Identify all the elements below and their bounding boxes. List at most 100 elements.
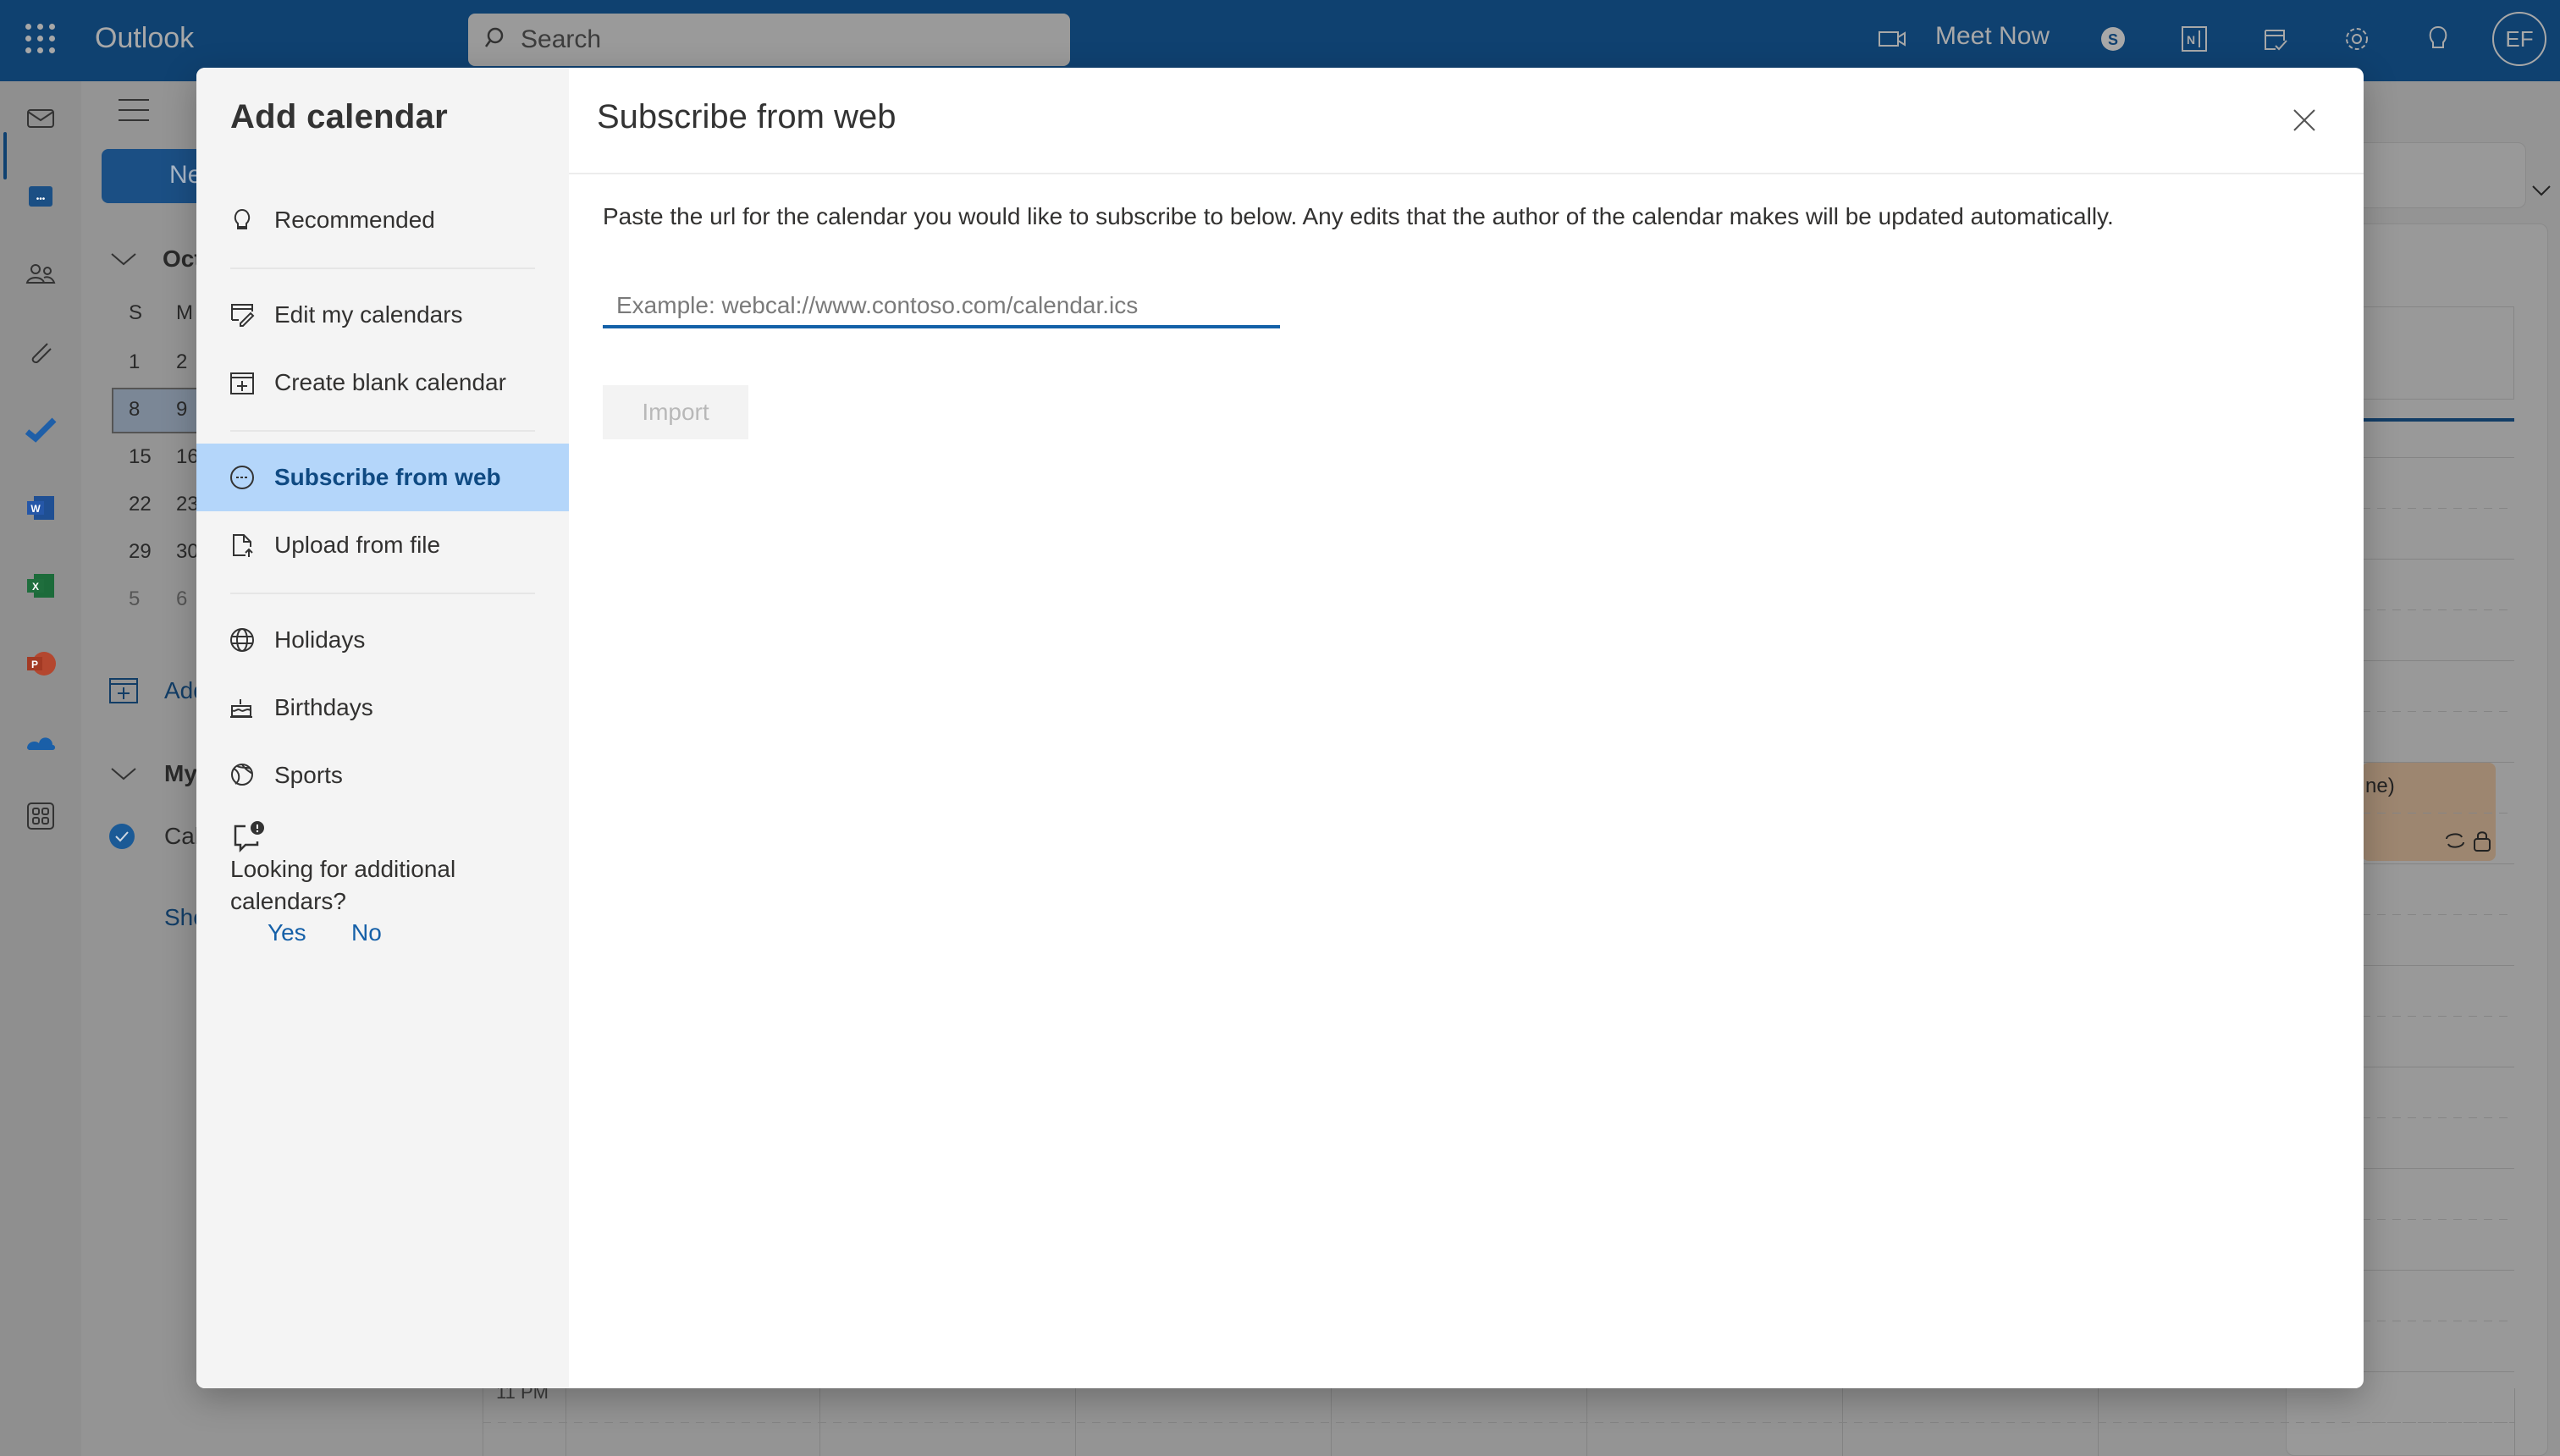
grid-half-hour-line <box>2362 914 2514 915</box>
mini-calendar-selected-week <box>112 388 205 433</box>
feedback-icon <box>234 821 264 853</box>
calendar-list-item[interactable]: Cal <box>164 823 200 850</box>
mini-calendar-day[interactable]: 5 <box>129 587 140 611</box>
grid-half-hour-line <box>2362 1117 2514 1118</box>
dialog-content-header: Subscribe from web <box>569 68 2364 174</box>
onedrive-icon[interactable] <box>24 725 58 758</box>
todo-icon[interactable] <box>24 413 58 447</box>
skype-icon[interactable]: S <box>2096 22 2130 56</box>
current-time-indicator <box>2362 418 2514 422</box>
lightbulb-icon <box>234 208 251 229</box>
excel-icon[interactable]: X <box>24 569 58 603</box>
sports-ball-icon <box>231 764 253 786</box>
content-heading: Subscribe from web <box>597 98 897 135</box>
mini-calendar-day[interactable]: 8 <box>129 398 140 422</box>
feedback-no-link[interactable]: No <box>351 919 382 946</box>
word-icon[interactable]: W <box>24 491 58 525</box>
svg-text:X: X <box>32 581 39 593</box>
nav-item-birthdays[interactable]: Birthdays <box>196 674 569 742</box>
calendar-icon[interactable]: ••• <box>24 179 58 213</box>
cake-icon <box>230 699 252 718</box>
import-button[interactable]: Import <box>603 385 748 439</box>
feedback-yes-link[interactable]: Yes <box>268 919 306 946</box>
recurring-icon <box>2446 833 2464 848</box>
grid-half-hour-line <box>2362 1219 2514 1220</box>
web-link-icon <box>230 466 254 489</box>
nav-item-edit-my-calendars[interactable]: Edit my calendars <box>196 281 569 349</box>
rail-active-indicator <box>3 132 7 179</box>
grid-half-hour-line <box>483 1422 2514 1423</box>
mini-calendar-day[interactable]: 16 <box>176 445 199 469</box>
mini-calendar-day[interactable]: 22 <box>129 493 152 516</box>
grid-hour-line <box>2362 762 2514 763</box>
mini-calendar-day[interactable]: 30 <box>176 540 199 564</box>
tips-lightbulb-icon[interactable] <box>2421 22 2455 56</box>
app-name[interactable]: Outlook <box>95 22 194 55</box>
mini-calendar-day[interactable]: 9 <box>176 398 187 422</box>
avatar[interactable]: EF <box>2492 12 2546 66</box>
mini-calendar-day[interactable]: 1 <box>129 350 140 374</box>
more-apps-icon[interactable] <box>24 799 58 833</box>
grid-hour-line <box>2362 1168 2514 1169</box>
grid-hour-line <box>2362 559 2514 560</box>
search-placeholder: Search <box>521 25 602 53</box>
add-calendar-dialog: Add calendar Recommended Edit my calenda… <box>196 68 2364 1388</box>
grid-half-hour-line <box>2362 1016 2514 1017</box>
meet-now-button[interactable]: Meet Now <box>1935 22 2050 51</box>
onenote-icon[interactable]: N <box>2177 22 2211 56</box>
grid-hour-line <box>2362 965 2514 966</box>
edit-calendar-icon <box>231 304 255 327</box>
weekday-header: M <box>176 301 193 324</box>
grid-hour-line <box>2362 457 2514 458</box>
search-icon <box>485 27 504 47</box>
video-camera-icon[interactable] <box>1876 22 1910 56</box>
svg-text:W: W <box>30 503 41 515</box>
nav-item-holidays[interactable]: Holidays <box>196 606 569 674</box>
hamburger-menu-icon[interactable] <box>117 95 151 125</box>
settings-icon[interactable] <box>2340 22 2374 56</box>
dialog-sidebar: Add calendar Recommended Edit my calenda… <box>196 68 569 1388</box>
svg-text:S: S <box>2108 31 2118 48</box>
close-icon[interactable] <box>2287 103 2321 137</box>
nav-item-upload-from-file[interactable]: Upload from file <box>196 511 569 579</box>
nav-separator <box>230 267 535 269</box>
people-icon[interactable] <box>24 257 58 291</box>
calendar-event[interactable]: ne) <box>2362 763 2496 861</box>
svg-text:•••: ••• <box>36 195 46 204</box>
chevron-down-icon[interactable] <box>2531 183 2552 198</box>
powerpoint-icon[interactable]: P <box>24 647 58 681</box>
mini-calendar-day[interactable]: 29 <box>129 540 152 564</box>
chevron-down-icon[interactable] <box>110 251 137 267</box>
globe-icon <box>230 628 254 652</box>
file-upload-icon <box>233 534 253 557</box>
my-calendars-heading: My <box>164 760 197 786</box>
search-box[interactable]: Search <box>468 14 1070 66</box>
my-day-icon[interactable] <box>2259 22 2292 56</box>
grid-hour-line <box>2362 660 2514 661</box>
grid-column-line <box>2514 1388 2515 1456</box>
grid-hour-line <box>2362 863 2514 864</box>
nav-item-subscribe-from-web[interactable]: Subscribe from web <box>196 444 569 511</box>
nav-separator <box>230 593 535 594</box>
calendar-checked-icon[interactable] <box>108 823 135 850</box>
grid-hour-line <box>2362 1270 2514 1271</box>
nav-item-recommended[interactable]: Recommended <box>196 186 569 254</box>
subscribe-description: Paste the url for the calendar you would… <box>603 203 2114 229</box>
calendar-add-icon <box>230 372 254 394</box>
app-launcher-icon[interactable] <box>25 24 56 54</box>
mini-calendar-day[interactable]: 15 <box>129 445 152 469</box>
add-calendar-icon[interactable] <box>108 676 139 704</box>
feedback-question: Looking for additional calendars? <box>230 856 456 914</box>
mini-calendar-day[interactable]: 23 <box>176 493 199 516</box>
files-icon[interactable] <box>24 335 58 369</box>
mini-calendar-day[interactable]: 6 <box>176 587 187 611</box>
calendar-url-input[interactable] <box>603 286 1280 328</box>
weekday-header: S <box>129 301 143 324</box>
svg-text:P: P <box>31 659 38 670</box>
nav-item-sports[interactable]: Sports <box>196 742 569 809</box>
nav-item-create-blank-calendar[interactable]: Create blank calendar <box>196 349 569 416</box>
chevron-down-icon[interactable] <box>110 765 137 782</box>
mail-icon[interactable] <box>24 102 58 135</box>
mini-calendar-day[interactable]: 2 <box>176 350 187 374</box>
svg-text:N: N <box>2187 33 2195 47</box>
